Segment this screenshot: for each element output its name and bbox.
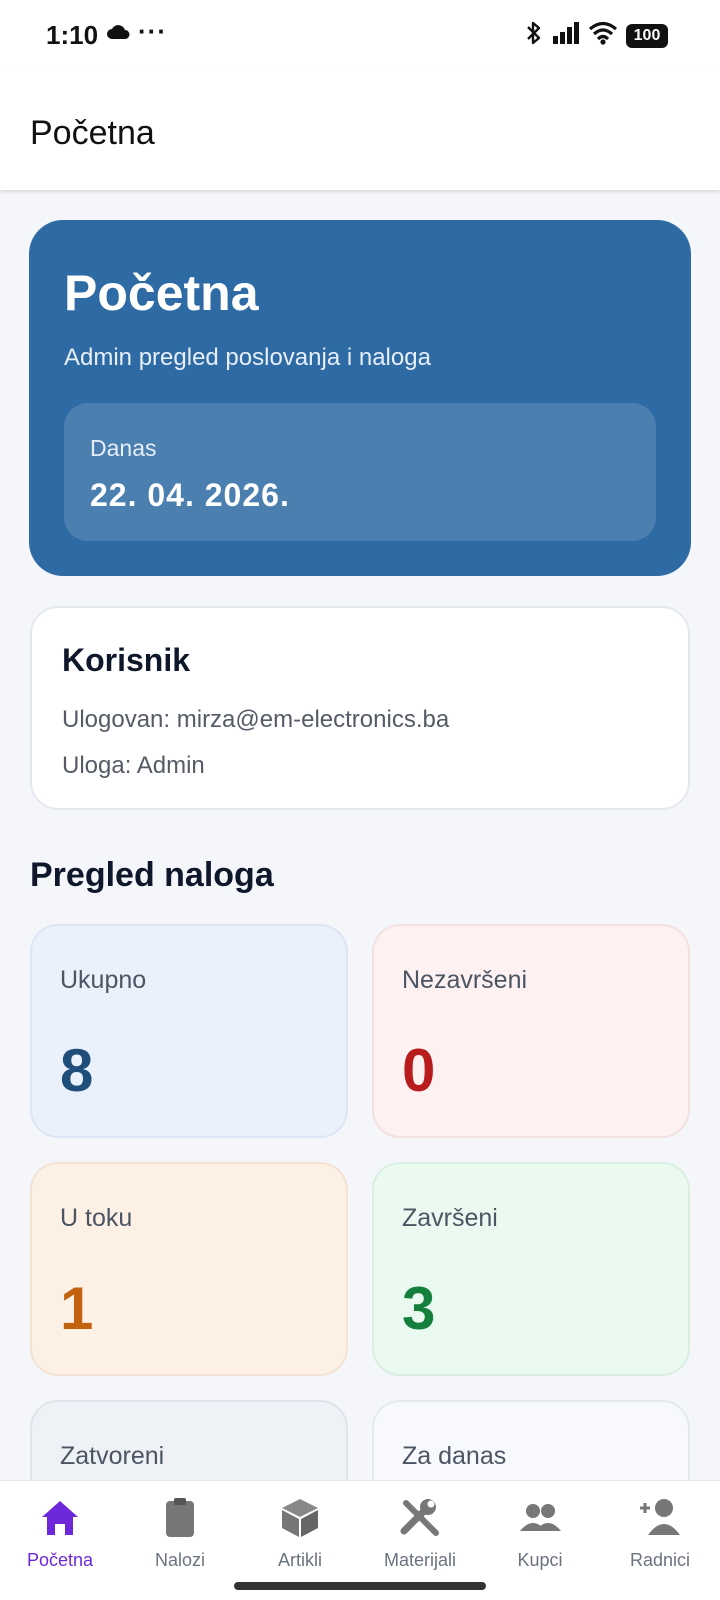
nav-item-pocetna[interactable]: Početna xyxy=(0,1481,120,1581)
nav-label: Artikli xyxy=(278,1550,322,1570)
battery-icon: 100 xyxy=(626,23,668,48)
logged-in-email: Ulogovan: mirza@em-electronics.ba xyxy=(62,706,450,733)
add-user-icon xyxy=(638,1481,682,1542)
wifi-icon xyxy=(588,21,618,50)
hero-subtitle: Admin pregled poslovanja i naloga xyxy=(64,344,431,371)
stat-label: U toku xyxy=(60,1204,133,1232)
box-icon xyxy=(278,1481,322,1542)
app-bar: Početna xyxy=(0,72,720,190)
nav-label: Nalozi xyxy=(154,1550,206,1570)
today-label: Danas xyxy=(90,435,157,461)
status-time: 1:10 xyxy=(46,20,99,50)
notification-dots: ··· xyxy=(138,16,167,46)
user-card-title: Korisnik xyxy=(62,642,191,678)
section-title: Pregled naloga xyxy=(30,856,274,894)
cloud-icon xyxy=(106,24,130,45)
stat-card-finished[interactable]: Završeni 3 xyxy=(372,1162,690,1376)
nav-label: Početna xyxy=(26,1550,94,1570)
nav-item-radnici[interactable]: Radnici xyxy=(600,1481,720,1581)
stat-label: Za danas xyxy=(402,1442,507,1470)
page-title: Početna xyxy=(30,114,155,152)
nav-label: Materijali xyxy=(383,1550,457,1570)
users-icon xyxy=(518,1481,562,1542)
bluetooth-icon xyxy=(524,20,544,51)
stat-card-unfinished[interactable]: Nezavršeni 0 xyxy=(372,924,690,1138)
user-card: Korisnik Ulogovan: mirza@em-electronics.… xyxy=(30,606,690,810)
stat-value: 1 xyxy=(60,1275,94,1342)
nav-item-artikli[interactable]: Artikli xyxy=(240,1481,360,1581)
today-date-box: Danas 22. 04. 2026. xyxy=(64,403,656,541)
status-bar: 1:10 ··· 100 xyxy=(0,0,720,72)
stat-value: 0 xyxy=(402,1037,436,1104)
nav-label: Radnici xyxy=(629,1550,691,1570)
stat-label: Ukupno xyxy=(60,966,147,994)
stat-card-in-progress[interactable]: U toku 1 xyxy=(30,1162,348,1376)
nav-item-kupci[interactable]: Kupci xyxy=(480,1481,600,1581)
stat-label: Završeni xyxy=(402,1204,498,1232)
home-icon xyxy=(38,1481,82,1542)
stat-label: Nezavršeni xyxy=(402,966,528,994)
stat-label: Zatvoreni xyxy=(60,1442,165,1470)
clipboard-icon xyxy=(158,1481,202,1542)
stat-value: 8 xyxy=(60,1037,94,1104)
signal-icon xyxy=(552,22,580,49)
nav-item-materijali[interactable]: Materijali xyxy=(360,1481,480,1581)
stat-value: 3 xyxy=(402,1275,436,1342)
nav-item-nalozi[interactable]: Nalozi xyxy=(120,1481,240,1581)
user-role: Uloga: Admin xyxy=(62,752,205,779)
hero-card: Početna Admin pregled poslovanja i nalog… xyxy=(29,220,691,576)
tools-icon xyxy=(398,1481,442,1542)
gesture-bar[interactable] xyxy=(234,1582,486,1590)
hero-title: Početna xyxy=(64,265,259,321)
nav-label: Kupci xyxy=(517,1550,563,1570)
stat-card-total[interactable]: Ukupno 8 xyxy=(30,924,348,1138)
today-date: 22. 04. 2026. xyxy=(90,477,290,513)
